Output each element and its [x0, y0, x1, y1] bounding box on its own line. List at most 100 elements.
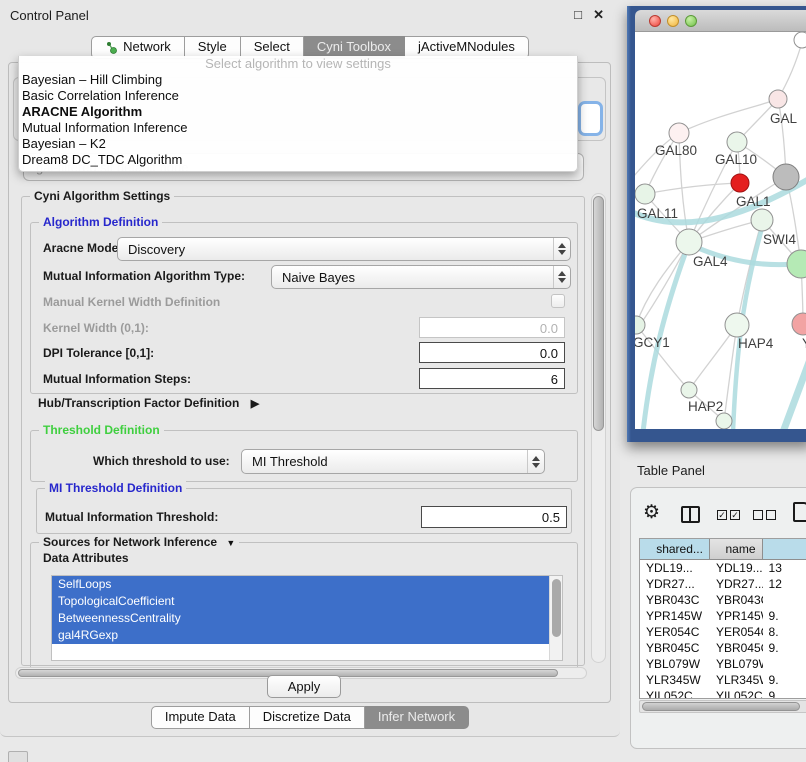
scrollbar-thumb[interactable] [642, 702, 800, 711]
zoom-traffic-icon[interactable] [685, 15, 697, 27]
scrollbar-thumb[interactable] [593, 196, 604, 431]
algorithm-option[interactable]: Mutual Information Inference [19, 120, 577, 136]
table-row[interactable]: YER054CYER054C8. [640, 624, 806, 640]
table-row[interactable]: YPR145WYPR145W9. [640, 608, 806, 624]
select-all-columns-icon[interactable]: ✓ ✓ [717, 510, 740, 520]
table-horizontal-scrollbar[interactable] [639, 700, 806, 713]
column-header[interactable] [763, 539, 806, 560]
network-edge [636, 242, 689, 325]
network-node[interactable] [787, 250, 806, 278]
attribute-item[interactable]: gal4RGexp [52, 627, 562, 644]
tab-impute-data[interactable]: Impute Data [151, 706, 250, 729]
aracne-mode-label: Aracne Mode: [43, 241, 122, 255]
manual-kernel-checkbox[interactable] [551, 294, 565, 308]
node-label: HAP2 [688, 399, 723, 414]
column-layout-icon[interactable] [681, 506, 700, 523]
node-label: Y [802, 336, 806, 351]
float-window-icon[interactable]: □ [574, 7, 582, 22]
table-row[interactable]: YDR27...YDR27...12 [640, 576, 806, 592]
attributes-scrollbar[interactable] [549, 576, 562, 660]
network-node[interactable] [716, 413, 732, 429]
table-row[interactable]: YBR043CYBR043C [640, 592, 806, 608]
node-label: GAL10 [715, 152, 757, 167]
dpi-tolerance-field[interactable]: 0.0 [419, 342, 565, 363]
network-node-hap4[interactable] [725, 313, 749, 337]
cyni-algorithm-settings-group: Cyni Algorithm Settings Algorithm Defini… [21, 196, 585, 666]
which-threshold-value: MI Threshold [242, 454, 527, 469]
column-header[interactable]: name [710, 539, 763, 560]
algorithm-option[interactable]: ARACNE Algorithm [19, 104, 577, 120]
stepper-icon[interactable] [553, 238, 570, 260]
table-cell: YBR045C [640, 640, 710, 656]
close-traffic-icon[interactable] [649, 15, 661, 27]
document-icon[interactable] [793, 502, 806, 522]
network-node-hap2[interactable] [681, 382, 697, 398]
table-row[interactable]: YBL079WYBL079W [640, 656, 806, 672]
deselect-all-columns-icon[interactable] [753, 510, 776, 520]
kernel-width-field[interactable]: 0.0 [419, 317, 565, 338]
settings-scroll-viewport: Cyni Algorithm Settings Algorithm Defini… [12, 191, 590, 667]
close-icon[interactable]: ✕ [593, 7, 604, 23]
table-row[interactable]: YBR045CYBR045C9. [640, 640, 806, 656]
minimize-traffic-icon[interactable] [667, 15, 679, 27]
algorithm-popup-placeholder: Select algorithm to view settings [19, 56, 577, 72]
network-node-gal[interactable] [769, 90, 787, 108]
tab-label: Infer Network [378, 710, 455, 724]
tab-discretize-data[interactable]: Discretize Data [250, 706, 365, 729]
hub-definition-toggle[interactable]: Hub/Transcription Factor Definition ▶ [38, 396, 259, 410]
stepper-icon[interactable] [553, 266, 570, 288]
scrollbar-thumb[interactable] [552, 579, 561, 637]
network-node-gal10[interactable] [727, 132, 747, 152]
tab-infer-network[interactable]: Infer Network [365, 706, 469, 729]
table-cell: YBR045C [710, 640, 763, 656]
algorithm-dropdown-popup: Select algorithm to view settings Bayesi… [18, 56, 578, 172]
table-cell: YIL052C [710, 688, 763, 699]
collapse-down-icon[interactable]: ▼ [226, 538, 235, 548]
attribute-item[interactable]: TopologicalCoefficient [52, 593, 562, 610]
algorithm-option[interactable]: Dream8 DC_TDC Algorithm [19, 152, 577, 168]
algorithm-option[interactable]: Bayesian – K2 [19, 136, 577, 152]
network-node-gal1[interactable] [731, 174, 749, 192]
resize-grip[interactable] [8, 751, 28, 762]
attribute-item[interactable]: SelfLoops [52, 576, 562, 593]
network-canvas[interactable]: GALGAL80GAL10GAL1GAL11GAL4SWI4GCY1HAP4YH… [635, 32, 806, 429]
table-row[interactable]: YIL052CYIL052C9. [640, 688, 806, 699]
data-attributes-list[interactable]: SelfLoopsTopologicalCoefficientBetweenne… [51, 575, 563, 661]
network-node[interactable] [773, 164, 799, 190]
checked-box-icon: ✓ [730, 510, 740, 520]
network-node-gal11[interactable] [635, 184, 655, 204]
network-window-titlebar[interactable] [635, 10, 806, 32]
table-cell: YBR043C [710, 592, 763, 608]
algorithm-combo-stepper[interactable] [578, 101, 603, 136]
table-cell: YBL079W [640, 656, 710, 672]
column-header[interactable]: shared... [640, 539, 710, 560]
mi-algorithm-type-combo[interactable]: Naive Bayes [271, 265, 571, 289]
stepper-icon[interactable] [527, 450, 544, 473]
network-node-swi4[interactable] [751, 209, 773, 231]
node-label: SWI4 [763, 232, 796, 247]
table-cell: 9. [763, 640, 806, 656]
tab-label: jActiveMNodules [418, 40, 515, 54]
table-row[interactable]: YDL19...YDL19...13 [640, 560, 806, 576]
control-panel-title: Control Panel [10, 8, 89, 23]
network-edge [645, 183, 740, 194]
table-cell: YDL19... [710, 560, 763, 576]
apply-button[interactable]: Apply [267, 675, 341, 698]
mi-steps-field[interactable]: 6 [419, 368, 565, 389]
algorithm-option[interactable]: Bayesian – Hill Climbing [19, 72, 577, 88]
which-threshold-combo[interactable]: MI Threshold [241, 449, 545, 474]
network-node-gal4[interactable] [676, 229, 702, 255]
expand-right-icon[interactable]: ▶ [251, 397, 259, 410]
settings-vertical-scrollbar[interactable] [591, 193, 606, 663]
table-row[interactable]: YLR345WYLR345W9. [640, 672, 806, 688]
network-node[interactable] [794, 32, 806, 48]
table-cell: YDL19... [640, 560, 710, 576]
network-node-y[interactable] [792, 313, 806, 335]
algorithm-option[interactable]: Basic Correlation Inference [19, 88, 577, 104]
network-node-gal80[interactable] [669, 123, 689, 143]
attribute-item[interactable]: BetweennessCentrality [52, 610, 562, 627]
gear-icon[interactable]: ⚙ [643, 501, 660, 524]
aracne-mode-combo[interactable]: Discovery [117, 237, 571, 261]
mi-threshold-field[interactable]: 0.5 [421, 506, 567, 528]
tab-label: Cyni Toolbox [317, 40, 391, 54]
